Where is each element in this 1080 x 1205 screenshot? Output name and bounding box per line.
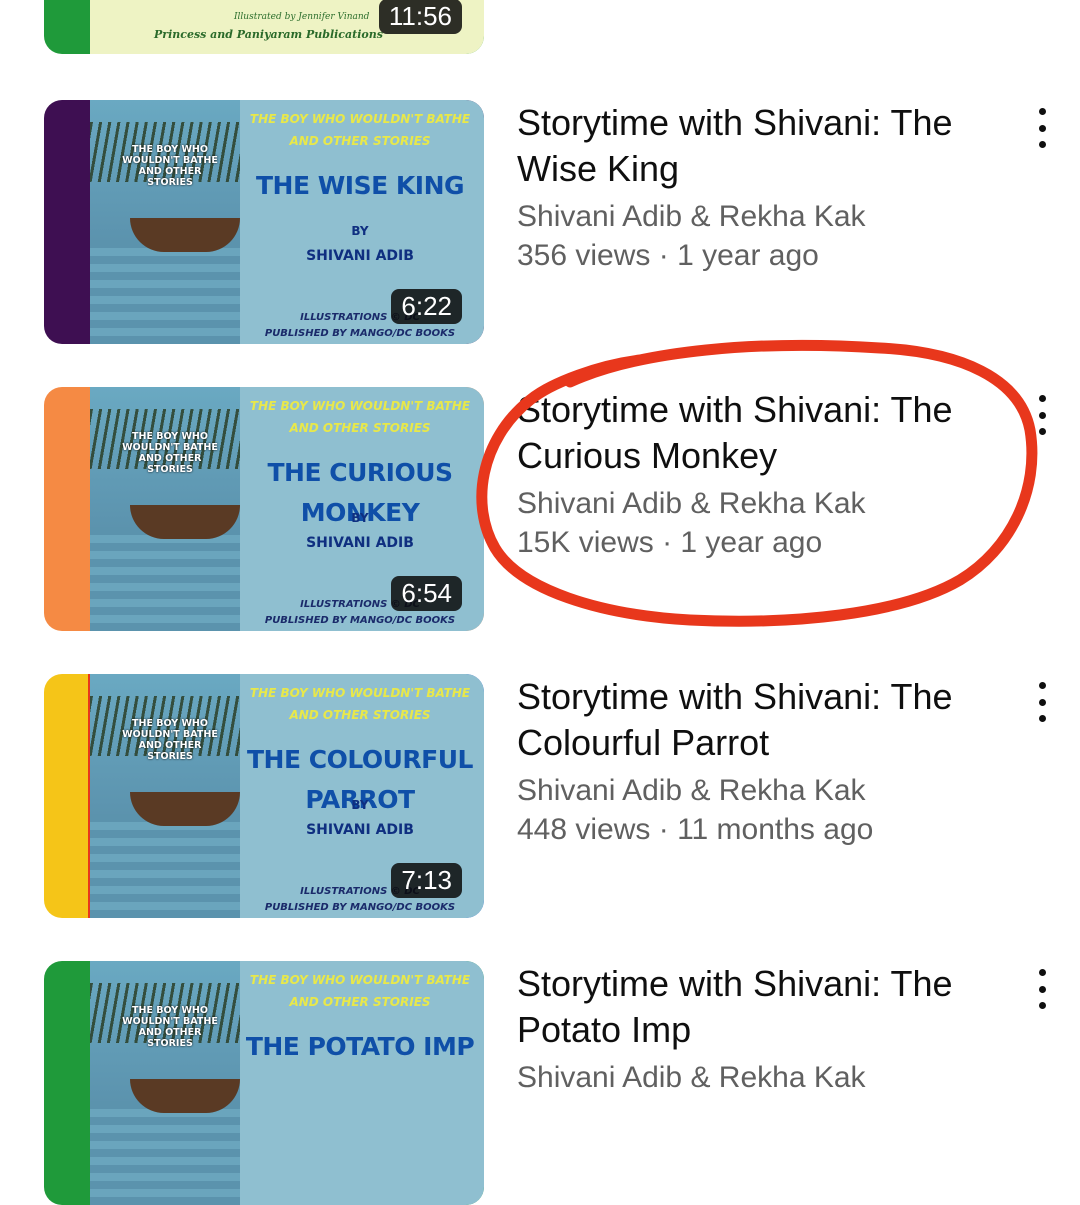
cover-by-label: BY <box>351 798 369 812</box>
cover-illustration: THE BOY WHO WOULDN'T BATHE AND OTHER STO… <box>90 961 240 1205</box>
cover-by-label: BY <box>351 511 369 525</box>
video-thumbnail[interactable]: THE BOY WHO WOULDN'T BATHE AND OTHER STO… <box>44 961 484 1205</box>
video-duration: 7:13 <box>391 863 462 898</box>
cover-mini-title: THE BOY WHO WOULDN'T BATHE AND OTHER STO… <box>122 718 218 762</box>
cover-series-title: THE BOY WHO WOULDN'T BATHE AND OTHER STO… <box>249 112 471 148</box>
boat-illustration <box>130 218 240 252</box>
cover-publisher-credit: PUBLISHED BY MANGO/DC BOOKS <box>264 902 456 913</box>
video-info[interactable]: Storytime with Shivani: The Potato Imp S… <box>517 961 997 1097</box>
cover-mini-title: THE BOY WHO WOULDN'T BATHE AND OTHER STO… <box>122 1005 218 1049</box>
cover-illustration: THE BOY WHO WOULDN'T BATHE AND OTHER STO… <box>90 674 240 918</box>
video-metadata: 15K views · 1 year ago <box>517 526 823 559</box>
cover-publisher-credit: PUBLISHED BY MANGO/DC BOOKS <box>264 328 456 339</box>
cover-author: SHIVANI ADIB <box>306 535 414 551</box>
video-thumbnail[interactable]: THE BOY WHO WOULDN'T BATHE AND OTHER STO… <box>44 674 484 918</box>
boat-illustration <box>130 1079 240 1113</box>
more-vertical-icon[interactable] <box>1030 395 1054 435</box>
cover-series-title: THE BOY WHO WOULDN'T BATHE AND OTHER STO… <box>249 686 471 722</box>
thumbnail-publisher-text: Princess and Paniyaram Publications <box>154 28 383 41</box>
video-title[interactable]: Storytime with Shivani: The Potato Imp <box>517 961 997 1053</box>
channel-name[interactable]: Shivani Adib & Rekha Kak <box>517 772 997 810</box>
boat-illustration <box>130 792 240 826</box>
video-duration: 6:54 <box>391 576 462 611</box>
cover-story-title: THE WISE KING <box>255 171 465 200</box>
channel-name[interactable]: Shivani Adib & Rekha Kak <box>517 485 997 523</box>
video-info[interactable]: Storytime with Shivani: The Colourful Pa… <box>517 674 997 850</box>
cover-mini-title: THE BOY WHO WOULDN'T BATHE AND OTHER STO… <box>122 431 218 475</box>
channel-name[interactable]: Shivani Adib & Rekha Kak <box>517 1059 997 1097</box>
cover-author: SHIVANI ADIB <box>306 248 414 264</box>
channel-name[interactable]: Shivani Adib & Rekha Kak <box>517 198 997 236</box>
cover-series-title: THE BOY WHO WOULDN'T BATHE AND OTHER STO… <box>249 399 471 435</box>
cover-by-label: BY <box>351 224 369 238</box>
cover-story-title: THE POTATO IMP <box>245 1032 475 1061</box>
video-metadata: 448 views · 11 months ago <box>517 813 874 846</box>
video-metadata: 356 views · 1 year ago <box>517 239 819 272</box>
more-vertical-icon[interactable] <box>1030 682 1054 722</box>
cover-author: SHIVANI ADIB <box>306 822 414 838</box>
thumbnail-credit-text: Illustrated by Jennifer Vinand <box>234 12 370 22</box>
more-vertical-icon[interactable] <box>1030 969 1054 1009</box>
cover-series-title: THE BOY WHO WOULDN'T BATHE AND OTHER STO… <box>249 973 471 1009</box>
video-duration: 11:56 <box>378 0 462 34</box>
boat-illustration <box>130 505 240 539</box>
video-info[interactable]: Storytime with Shivani: The Wise King Sh… <box>517 100 997 276</box>
cover-mini-title: THE BOY WHO WOULDN'T BATHE AND OTHER STO… <box>122 144 218 188</box>
video-duration: 6:22 <box>391 289 462 324</box>
video-title[interactable]: Storytime with Shivani: The Colourful Pa… <box>517 674 997 766</box>
video-info[interactable]: Storytime with Shivani: The Curious Monk… <box>517 387 997 563</box>
video-thumbnail[interactable]: Illustrated by Jennifer Vinand Princess … <box>44 0 484 54</box>
book-cover-image: THE BOY WHO WOULDN'T BATHE AND OTHER STO… <box>90 961 484 1205</box>
cover-illustration: THE BOY WHO WOULDN'T BATHE AND OTHER STO… <box>90 387 240 631</box>
video-title[interactable]: Storytime with Shivani: The Curious Monk… <box>517 387 997 479</box>
cover-publisher-credit: PUBLISHED BY MANGO/DC BOOKS <box>264 615 456 626</box>
video-thumbnail[interactable]: THE BOY WHO WOULDN'T BATHE AND OTHER STO… <box>44 387 484 631</box>
cover-illustration: THE BOY WHO WOULDN'T BATHE AND OTHER STO… <box>90 100 240 344</box>
more-vertical-icon[interactable] <box>1030 108 1054 148</box>
video-thumbnail[interactable]: THE BOY WHO WOULDN'T BATHE AND OTHER STO… <box>44 100 484 344</box>
video-title[interactable]: Storytime with Shivani: The Wise King <box>517 100 997 192</box>
